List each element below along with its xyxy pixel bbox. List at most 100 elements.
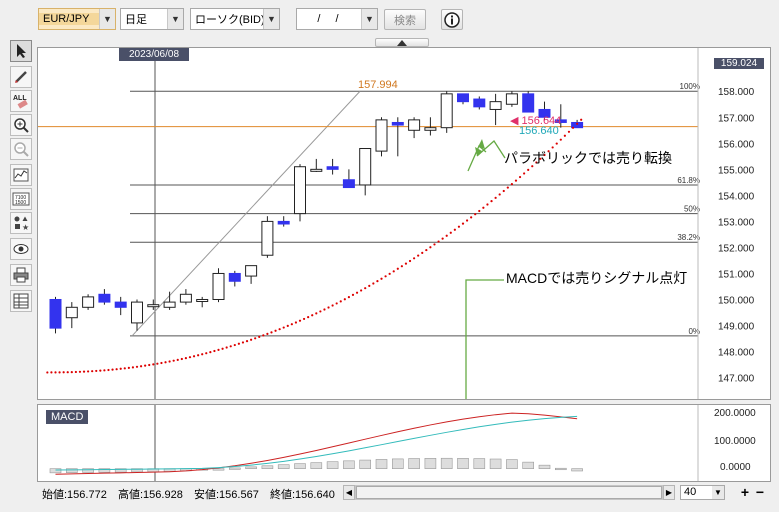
macd-histogram-bar — [375, 459, 388, 469]
y-axis-label: 153.000 — [718, 217, 755, 228]
chart-type-select[interactable]: ローソク(BID) ▼ — [190, 8, 280, 30]
y-axis-label: 155.000 — [718, 165, 755, 176]
sar-dot — [135, 365, 139, 368]
macd-histogram-bar — [261, 465, 274, 469]
cursor-tool[interactable] — [10, 40, 32, 62]
candle-body — [294, 166, 306, 215]
scroll-left-button[interactable]: ◀ — [343, 485, 355, 500]
svg-text:1500: 1500 — [15, 200, 26, 206]
macd-histogram-bar — [489, 458, 502, 469]
chevron-down-icon[interactable]: ▼ — [361, 9, 377, 29]
zoom-minus-button[interactable]: − — [753, 485, 767, 500]
low-value: 安値:156.567 — [194, 489, 259, 501]
toolbar: EUR/JPY ▼ 日足 ▼ ローソク(BID) ▼ / / ▼ 検索 — [0, 0, 779, 38]
y-axis-label: 154.000 — [718, 191, 755, 202]
visibility-tool[interactable] — [10, 238, 32, 260]
chart-type-value: ローソク(BID) — [195, 14, 263, 26]
sar-dot — [172, 359, 175, 362]
macd-histogram-bar — [49, 468, 62, 474]
data-grid-tool[interactable] — [10, 290, 32, 312]
info-button[interactable] — [441, 9, 463, 30]
sar-dot — [510, 183, 513, 186]
crosshair-price-label: 159.024 — [714, 58, 764, 69]
sar-dot — [298, 319, 302, 322]
zoom-plus-button[interactable]: + — [738, 485, 752, 500]
sar-dot — [339, 300, 342, 303]
price-chart-pane[interactable]: 100% 61.8% 50% 38.2% 0% 158.000 157.000 156.00… — [37, 47, 771, 400]
scroll-right-button[interactable]: ▶ — [663, 485, 675, 500]
date-input[interactable]: / / ▼ — [296, 8, 378, 30]
currency-pair-value: EUR/JPY — [39, 13, 99, 25]
svg-text:★: ★ — [22, 223, 29, 231]
sar-dot — [404, 262, 408, 265]
sar-dot — [66, 371, 69, 374]
sar-dot — [209, 351, 212, 354]
sar-dot — [441, 237, 444, 240]
chevron-down-icon[interactable]: ▼ — [263, 9, 279, 29]
sar-dot — [127, 366, 130, 369]
symbols-tool[interactable]: ★ — [10, 212, 32, 234]
sar-dot — [380, 277, 383, 280]
period-select[interactable]: 日足 ▼ — [120, 8, 184, 30]
fib-level-label: 100% — [680, 82, 700, 91]
search-button[interactable]: 検索 — [384, 9, 426, 30]
sar-dot — [388, 272, 391, 275]
sar-dot — [156, 362, 159, 365]
macd-chart[interactable] — [38, 405, 770, 481]
candle-body — [375, 119, 388, 152]
info-icon — [444, 11, 460, 28]
zoom-out-tool[interactable] — [10, 138, 32, 160]
shapes-icon: ★ — [14, 216, 29, 231]
sar-dot — [307, 315, 310, 319]
print-tool[interactable] — [10, 264, 32, 286]
zoom-in-tool[interactable] — [10, 114, 32, 136]
candle-body — [505, 93, 518, 105]
erase-all-tool[interactable]: ALL — [10, 90, 32, 112]
sar-dot — [54, 371, 57, 374]
chevron-down-icon[interactable]: ▼ — [712, 486, 724, 499]
candle-body — [391, 121, 404, 126]
macd-histogram-bar — [554, 467, 567, 471]
eye-icon — [13, 244, 29, 254]
bar-count-select[interactable]: 40 ▼ — [680, 485, 725, 500]
scrollbar-thumb[interactable] — [356, 486, 662, 499]
sar-dot — [197, 354, 200, 357]
candle-body — [196, 298, 209, 302]
candle-body — [245, 265, 258, 277]
triangle-left-icon: ◀ — [510, 115, 519, 127]
macd-pane[interactable]: MACD 200.0000 100.0000 0.0000 — [37, 404, 771, 482]
sar-dot — [237, 342, 240, 345]
sar-dot — [78, 370, 82, 373]
candle-body — [326, 166, 339, 170]
sar-dot — [176, 358, 179, 361]
chevron-down-icon[interactable]: ▼ — [167, 9, 183, 29]
sar-dot — [555, 142, 558, 145]
sar-dot — [221, 347, 224, 350]
collapse-toolbar-button[interactable] — [375, 38, 429, 47]
candle-body — [163, 301, 176, 308]
horizontal-scrollbar[interactable] — [355, 485, 663, 500]
sar-dot — [254, 337, 257, 340]
draw-line-tool[interactable] — [10, 66, 32, 88]
sar-dot — [478, 209, 481, 213]
candle-body — [212, 272, 225, 300]
price-cyan-label: 156.640 — [519, 125, 559, 137]
sar-dot — [523, 172, 526, 175]
sar-dot — [368, 284, 371, 287]
sar-dot — [148, 363, 151, 367]
macd-histogram-bar — [473, 458, 486, 469]
price-chart[interactable]: 100%61.8%50%38.2%0% 158.000157.000156.00… — [38, 48, 770, 399]
sar-dot — [188, 356, 192, 359]
candle-body — [473, 98, 486, 108]
sar-dot — [364, 287, 367, 290]
sar-dot — [567, 130, 571, 133]
candle-body — [147, 304, 160, 308]
sar-dot — [449, 231, 452, 234]
currency-pair-select[interactable]: EUR/JPY ▼ — [38, 8, 116, 30]
chevron-down-icon[interactable]: ▼ — [99, 9, 115, 29]
high-value: 高値:156.928 — [118, 489, 183, 501]
price-table-tool[interactable]: 7100 1500 — [10, 188, 32, 210]
sar-dot — [262, 334, 265, 337]
indicator-tool[interactable] — [10, 164, 32, 186]
sar-dot — [225, 346, 228, 349]
